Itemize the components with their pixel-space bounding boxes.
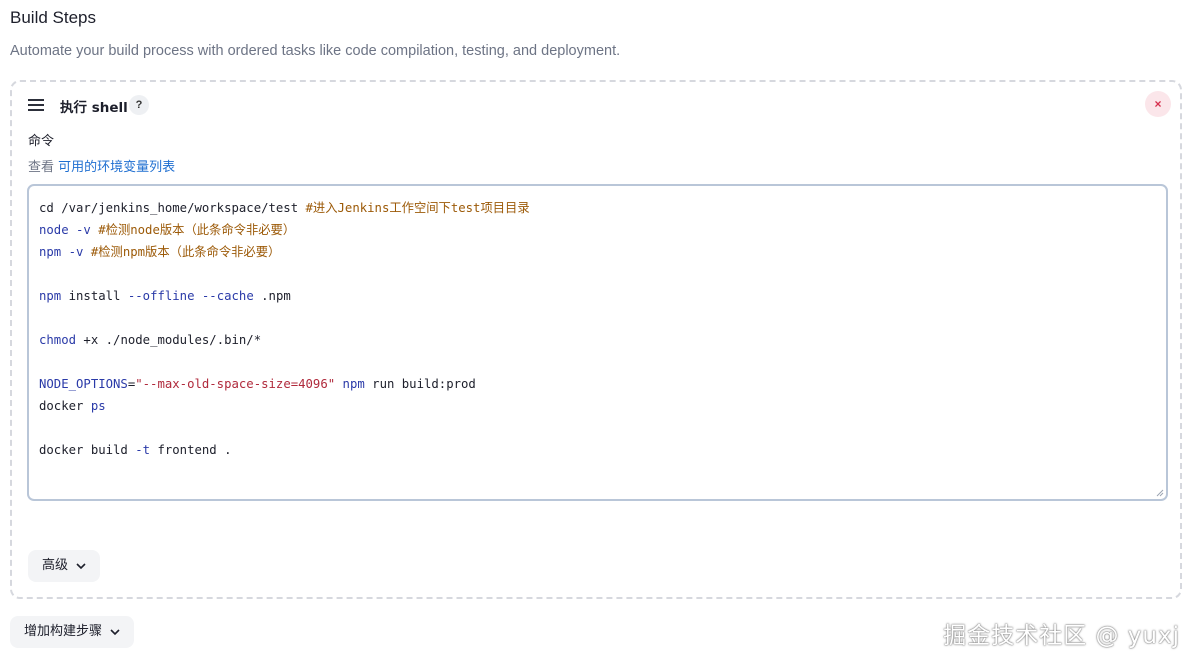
resize-grip-icon[interactable] [1156, 489, 1164, 497]
code-token: npm [39, 245, 62, 259]
code-token: .npm [253, 289, 291, 303]
code-token: #检测node版本（此条命令非必要） [98, 223, 296, 237]
code-token: npm [39, 289, 62, 303]
help-icon[interactable]: ? [129, 95, 149, 115]
code-token: -t [135, 443, 151, 457]
code-token: docker [39, 399, 91, 413]
env-vars-line: 查看 可用的环境变量列表 [28, 156, 175, 175]
code-token: "--max-old-space-size=4096" [135, 377, 336, 391]
command-line [39, 417, 1156, 439]
advanced-label: 高级 [42, 558, 69, 573]
command-textarea[interactable]: cd /var/jenkins_home/workspace/test #进入J… [27, 184, 1168, 501]
code-token: install [61, 289, 128, 303]
step-title: 执行 shell [60, 100, 128, 116]
code-token: frontend . [150, 443, 232, 457]
code-token: NODE_OPTIONS [39, 377, 128, 391]
code-token: cd /var/jenkins_home/workspace/test [39, 201, 306, 215]
command-line: npm -v #检测npm版本（此条命令非必要） [39, 241, 1156, 263]
code-token: --cache [201, 289, 254, 303]
build-step-card: 执行 shell ? × 命令 查看 可用的环境变量列表 cd /var/jen… [10, 80, 1182, 599]
chevron-down-icon [76, 562, 86, 569]
code-token: +x ./node_modules/.bin/* [76, 333, 262, 347]
section-title: Build Steps [10, 8, 96, 27]
drag-handle-icon[interactable] [28, 99, 44, 111]
command-line: NODE_OPTIONS="--max-old-space-size=4096"… [39, 373, 1156, 395]
env-vars-link[interactable]: 可用的环境变量列表 [58, 160, 175, 175]
code-token: -v [68, 245, 84, 259]
code-token: ps [90, 399, 106, 413]
command-line: chmod +x ./node_modules/.bin/* [39, 329, 1156, 351]
code-token: run build:prod [364, 377, 476, 391]
command-line: cd /var/jenkins_home/workspace/test #进入J… [39, 197, 1156, 219]
command-line [39, 307, 1156, 329]
command-line: docker build -t frontend . [39, 439, 1156, 461]
code-token: chmod [39, 333, 77, 347]
command-line: npm install --offline --cache .npm [39, 285, 1156, 307]
code-token: docker build [39, 443, 136, 457]
build-steps-page: Build Steps Automate your build process … [0, 0, 1200, 666]
code-token: #检测npm版本（此条命令非必要） [90, 245, 281, 259]
code-token: npm [342, 377, 365, 391]
section-description: Automate your build process with ordered… [10, 43, 621, 59]
command-line: docker ps [39, 395, 1156, 417]
add-build-step-button[interactable]: 增加构建步骤 [10, 616, 135, 648]
code-token: #进入Jenkins工作空间下test项目目录 [305, 201, 530, 215]
command-label: 命令 [28, 134, 55, 149]
command-line [39, 351, 1156, 373]
chevron-down-icon [110, 628, 120, 635]
delete-step-button[interactable]: × [1145, 91, 1171, 117]
watermark: 掘金技术社区 @ yuxj [943, 623, 1180, 649]
advanced-button[interactable]: 高级 [28, 550, 101, 582]
code-token: node [39, 223, 69, 237]
command-line [39, 263, 1156, 285]
code-token: -v [76, 223, 91, 237]
code-token: --offline [127, 289, 195, 303]
add-build-step-label: 增加构建步骤 [24, 624, 103, 639]
command-line: node -v #检测node版本（此条命令非必要） [39, 219, 1156, 241]
env-vars-prefix: 查看 [28, 160, 59, 175]
